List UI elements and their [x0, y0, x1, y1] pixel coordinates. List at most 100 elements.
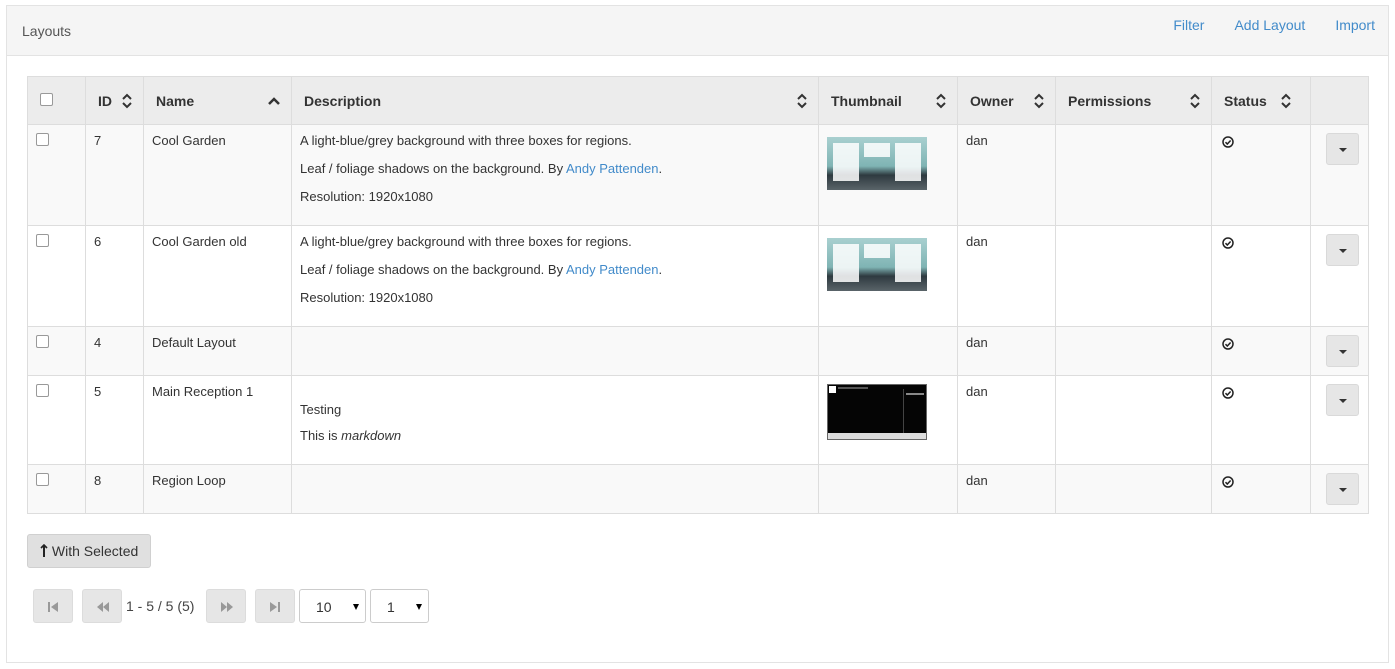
layout-thumbnail[interactable]: [827, 137, 927, 190]
sort-icon: [936, 93, 946, 109]
caret-down-icon: [1339, 399, 1347, 403]
thumbnail-logo: [829, 386, 836, 393]
column-label: Name: [156, 92, 195, 109]
table-header-row: ID Name Description Thumbnail Owner Perm…: [27, 76, 1369, 125]
add-layout-link[interactable]: Add Layout: [1234, 17, 1305, 33]
select-all-header: [27, 76, 86, 125]
region-box: [895, 244, 921, 282]
page-number-value: 1: [387, 599, 395, 615]
sort-icon: [1034, 93, 1044, 109]
column-header-description[interactable]: Description: [291, 76, 819, 125]
description-text: .: [658, 161, 663, 176]
column-header-name[interactable]: Name: [143, 76, 292, 125]
region-box: [895, 143, 921, 181]
description-text: Leaf / foliage shadows on the background…: [300, 262, 566, 277]
check-circle-icon: [1222, 237, 1234, 249]
thumbnail-text-line: [906, 393, 924, 395]
status-cell: [1211, 375, 1311, 465]
sort-icon: [797, 93, 807, 109]
row-actions-dropdown-button[interactable]: [1326, 473, 1359, 505]
filter-link[interactable]: Filter: [1173, 17, 1204, 33]
author-link[interactable]: Andy Pattenden: [566, 262, 659, 277]
description-line: This is markdown: [300, 428, 810, 443]
page-size-select[interactable]: 10: [299, 589, 366, 623]
column-header-owner[interactable]: Owner: [957, 76, 1056, 125]
status-cell: [1211, 464, 1311, 514]
row-actions-dropdown-button[interactable]: [1326, 384, 1359, 416]
row-checkbox[interactable]: [36, 335, 49, 348]
column-header-status[interactable]: Status: [1211, 76, 1311, 125]
status-cell: [1211, 225, 1311, 327]
row-checkbox[interactable]: [36, 234, 49, 247]
status-cell: [1211, 124, 1311, 226]
description-line: Leaf / foliage shadows on the background…: [300, 161, 810, 176]
header-actions: Filter Add Layout Import: [1156, 17, 1388, 33]
column-header-thumbnail[interactable]: Thumbnail: [818, 76, 958, 125]
page-number-select[interactable]: 1: [370, 589, 429, 623]
region-box: [864, 244, 890, 258]
with-selected-button[interactable]: With Selected: [27, 534, 151, 568]
row-select-cell: [27, 375, 86, 465]
description-line: A light-blue/grey background with three …: [300, 133, 632, 148]
description-cell: [291, 326, 819, 376]
row-checkbox[interactable]: [36, 133, 49, 146]
row-select-cell: [27, 464, 86, 514]
row-select-cell: [27, 326, 86, 376]
actions-cell: [1310, 375, 1369, 465]
arrow-up-icon: [40, 543, 48, 557]
step-backward-icon: [48, 602, 58, 612]
row-checkbox[interactable]: [36, 384, 49, 397]
owner-cell: dan: [957, 225, 1056, 327]
row-select-cell: [27, 124, 86, 226]
region-box: [833, 143, 859, 181]
column-label: Permissions: [1068, 92, 1152, 109]
caret-down-icon: [1339, 148, 1347, 152]
table-row: 7 Cool Garden A light-blue/grey backgrou…: [27, 124, 1369, 226]
sort-icon: [1190, 93, 1200, 109]
row-actions-dropdown-button[interactable]: [1326, 133, 1359, 165]
row-select-cell: [27, 225, 86, 327]
next-page-button[interactable]: [206, 589, 246, 623]
column-header-permissions[interactable]: Permissions: [1055, 76, 1212, 125]
backward-icon: [97, 602, 109, 612]
description-cell: Testing This is markdown: [291, 375, 819, 465]
actions-cell: [1310, 464, 1369, 514]
name-cell: Cool Garden: [143, 124, 292, 226]
previous-page-button[interactable]: [82, 589, 122, 623]
forward-icon: [221, 602, 233, 612]
row-actions-dropdown-button[interactable]: [1326, 335, 1359, 367]
id-cell: 7: [85, 124, 144, 226]
last-page-button[interactable]: [255, 589, 295, 623]
caret-down-icon: [1339, 249, 1347, 253]
layout-thumbnail[interactable]: [827, 238, 927, 291]
first-page-button[interactable]: [33, 589, 73, 623]
row-checkbox[interactable]: [36, 473, 49, 486]
description-cell: A light-blue/grey background with three …: [291, 225, 819, 327]
resolution-text: Resolution: 1920x1080: [300, 189, 433, 204]
layout-thumbnail[interactable]: [827, 384, 927, 440]
thumbnail-cell: [818, 225, 958, 327]
name-cell: Default Layout: [143, 326, 292, 376]
pagination-info: 1 - 5 / 5 (5): [126, 598, 195, 614]
description-cell: [291, 464, 819, 514]
owner-cell: dan: [957, 124, 1056, 226]
description-emphasis: markdown: [341, 428, 402, 443]
check-circle-icon: [1222, 476, 1234, 488]
table-row: 6 Cool Garden old A light-blue/grey back…: [27, 225, 1369, 327]
check-circle-icon: [1222, 338, 1234, 350]
check-circle-icon: [1222, 136, 1234, 148]
column-label: Status: [1224, 92, 1267, 109]
description-line: A light-blue/grey background with three …: [300, 234, 632, 249]
actions-cell: [1310, 326, 1369, 376]
column-header-id[interactable]: ID: [85, 76, 144, 125]
table-row: 4 Default Layout dan: [27, 326, 1369, 376]
select-arrow-icon: [416, 604, 422, 610]
row-actions-dropdown-button[interactable]: [1326, 234, 1359, 266]
id-cell: 5: [85, 375, 144, 465]
author-link[interactable]: Andy Pattenden: [566, 161, 659, 176]
select-all-checkbox[interactable]: [40, 92, 53, 106]
caret-down-icon: [1339, 488, 1347, 492]
import-link[interactable]: Import: [1335, 17, 1375, 33]
layouts-table: ID Name Description Thumbnail Owner Perm…: [27, 76, 1369, 514]
region-box: [833, 244, 859, 282]
